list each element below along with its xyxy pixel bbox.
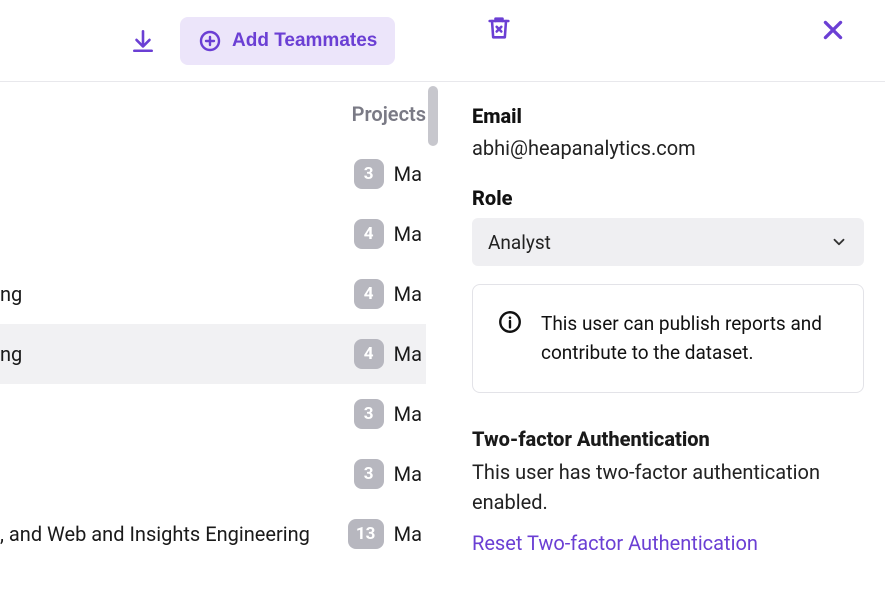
email-label: Email [472, 104, 865, 128]
close-icon[interactable] [819, 16, 847, 44]
count-badge: 4 [354, 279, 384, 309]
row-project-text: Ma [394, 462, 422, 486]
download-icon[interactable] [130, 28, 156, 54]
column-header-projects: Projects [352, 102, 426, 126]
row-project-text: Ma [394, 402, 422, 426]
count-badge: 4 [354, 339, 384, 369]
row-team-text: , and Web and Insights Engineering [0, 522, 310, 546]
add-teammates-label: Add Teammates [232, 30, 377, 52]
row-project-text: Ma [394, 522, 422, 546]
count-badge: 3 [354, 159, 384, 189]
rows-container: 3 Ma 4 Ma ng 4 Ma ng 4 Ma [0, 144, 426, 564]
count-badge: 3 [354, 399, 384, 429]
toolbar: Add Teammates [0, 0, 885, 82]
table-row[interactable]: 3 Ma [0, 144, 426, 204]
detail-pane: Email abhi@heapanalytics.com Role Analys… [472, 82, 865, 593]
count-badge: 3 [354, 459, 384, 489]
row-project-text: Ma [394, 342, 422, 366]
list-pane: Projects 3 Ma 4 Ma ng 4 Ma ng [0, 82, 438, 593]
toolbar-left: Add Teammates [130, 17, 395, 65]
table-row[interactable]: ng 4 Ma [0, 324, 426, 384]
scrollbar-thumb[interactable] [428, 86, 438, 146]
table-row[interactable]: 3 Ma [0, 384, 426, 444]
role-label: Role [472, 186, 865, 210]
row-project-text: Ma [394, 162, 422, 186]
email-value: abhi@heapanalytics.com [472, 136, 865, 160]
table-row[interactable]: ng 4 Ma [0, 264, 426, 324]
row-team-text: ng [0, 342, 22, 366]
table-row[interactable]: 4 Ma [0, 204, 426, 264]
role-select[interactable]: Analyst [472, 218, 864, 266]
table-row[interactable]: 3 Ma [0, 444, 426, 504]
role-select-value: Analyst [488, 231, 551, 254]
trash-icon[interactable] [485, 14, 513, 42]
twofa-label: Two-factor Authentication [472, 427, 865, 451]
role-info-text: This user can publish reports and contri… [541, 309, 839, 368]
row-project-text: Ma [394, 222, 422, 246]
info-icon [497, 309, 523, 335]
count-badge: 13 [348, 519, 384, 549]
table-row[interactable]: , and Web and Insights Engineering 13 Ma [0, 504, 426, 564]
add-teammates-button[interactable]: Add Teammates [180, 17, 395, 65]
row-team-text: ng [0, 282, 22, 306]
count-badge: 4 [354, 219, 384, 249]
plus-circle-icon [198, 29, 222, 53]
role-info-box: This user can publish reports and contri… [472, 284, 864, 393]
twofa-description: This user has two-factor authentication … [472, 457, 864, 517]
row-project-text: Ma [394, 282, 422, 306]
reset-twofa-link[interactable]: Reset Two-factor Authentication [472, 531, 758, 555]
chevron-down-icon [830, 233, 848, 251]
